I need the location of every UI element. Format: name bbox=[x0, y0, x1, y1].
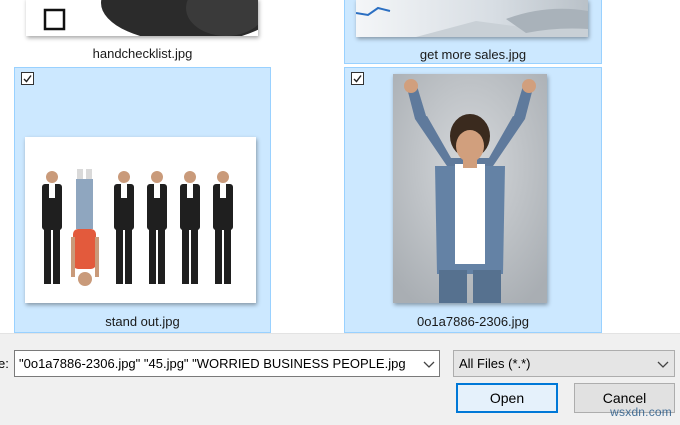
open-button[interactable]: Open bbox=[456, 383, 558, 413]
chevron-down-icon bbox=[657, 361, 669, 368]
filename-label: e: bbox=[0, 356, 9, 371]
checkmark-icon bbox=[353, 75, 362, 83]
celebrating-man-thumbnail bbox=[393, 74, 547, 303]
file-tile-stand-out[interactable]: stand out.jpg bbox=[14, 67, 271, 333]
file-tile-get-more-sales[interactable]: get more sales.jpg bbox=[344, 0, 602, 64]
file-name: 0o1a7886-2306.jpg bbox=[416, 314, 530, 329]
file-grid: handchecklist.jpg get more sales.jpg sta… bbox=[0, 0, 680, 333]
filename-combobox[interactable] bbox=[14, 350, 440, 377]
dialog-footer: e: All Files (*.*) Open Cancel wsxdn.com bbox=[0, 333, 680, 425]
businessmen-lineup-thumbnail bbox=[25, 137, 256, 303]
celebrating-man-image bbox=[393, 74, 547, 303]
file-name: get more sales.jpg bbox=[419, 47, 527, 62]
businessmen-lineup-image bbox=[25, 137, 256, 303]
sales-chart-thumbnail bbox=[356, 0, 588, 37]
chevron-down-icon[interactable] bbox=[423, 359, 435, 369]
filetype-value: All Files (*.*) bbox=[459, 356, 531, 371]
hand-checklist-thumbnail bbox=[26, 0, 258, 36]
select-checkbox[interactable] bbox=[21, 72, 34, 85]
checkmark-icon bbox=[23, 75, 32, 83]
filename-input[interactable] bbox=[15, 351, 419, 376]
filetype-select[interactable]: All Files (*.*) bbox=[453, 350, 675, 377]
hand-checklist-image bbox=[26, 0, 258, 36]
file-name: handchecklist.jpg bbox=[92, 46, 193, 61]
sales-chart-image bbox=[356, 0, 588, 37]
file-tile-0o1a7886-2306[interactable]: 0o1a7886-2306.jpg bbox=[344, 67, 602, 333]
select-checkbox[interactable] bbox=[351, 72, 364, 85]
file-tile-handchecklist[interactable]: handchecklist.jpg bbox=[14, 0, 271, 64]
watermark-text: wsxdn.com bbox=[610, 405, 672, 419]
file-name: stand out.jpg bbox=[105, 314, 180, 329]
